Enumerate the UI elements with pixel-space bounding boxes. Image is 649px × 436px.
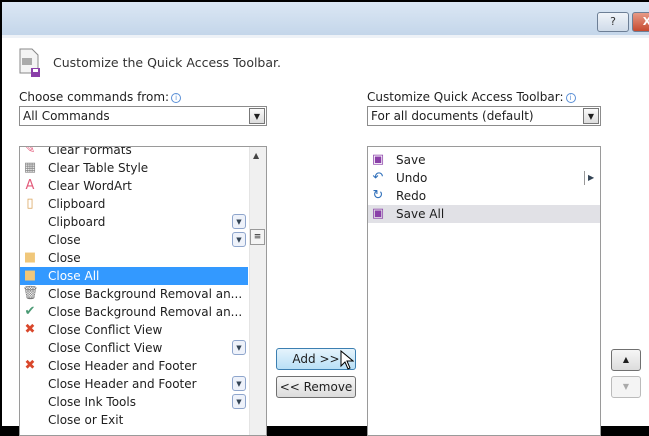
list-item[interactable]: ▣ Save All xyxy=(368,205,600,223)
list-item-label: Redo xyxy=(396,189,427,203)
list-item[interactable]: 🗑 Close Background Removal an... xyxy=(20,285,248,303)
list-item-label: Clear Formats xyxy=(48,146,132,157)
list-item-label: Clear WordArt xyxy=(48,179,132,193)
list-item[interactable]: Close or Exit xyxy=(20,411,248,429)
dropdown-value: For all documents (default) xyxy=(371,109,534,123)
close-button[interactable]: X xyxy=(632,12,649,32)
chevron-down-icon[interactable]: ▼ xyxy=(249,108,265,124)
list-item[interactable]: ■ Close All xyxy=(20,267,248,285)
list-item-label: Clipboard xyxy=(48,215,106,229)
list-item-label: Clear Table Style xyxy=(48,161,149,175)
list-item[interactable]: ▦ Clear Table Style xyxy=(20,159,248,177)
quick-access-list[interactable]: ▣ Save ↶ Undo ▶ ↻ Redo ▣ Save All xyxy=(367,146,601,436)
info-icon[interactable]: i xyxy=(565,93,576,103)
divider xyxy=(2,35,649,38)
list-item[interactable]: Close Header and Footer ▼ xyxy=(20,375,248,393)
clear-wordart-icon: A xyxy=(25,178,35,193)
customize-toolbar-label: Customize Quick Access Toolbar: i xyxy=(367,90,576,104)
list-item[interactable]: ▣ Save xyxy=(368,151,600,169)
list-item-label: Close Header and Footer xyxy=(48,377,197,391)
folder-icon: ■ xyxy=(23,268,37,283)
list-item[interactable]: ✖ Close Header and Footer xyxy=(20,357,248,375)
list-item[interactable]: ✖ Close Conflict View xyxy=(20,321,248,339)
list-item[interactable]: ▯ Clipboard xyxy=(20,195,248,213)
chevron-down-icon[interactable]: ▼ xyxy=(583,108,599,124)
choose-commands-label: Choose commands from: i xyxy=(19,90,182,104)
trash-icon: 🗑 xyxy=(22,286,39,301)
submenu-indicator-icon: ▼ xyxy=(232,376,246,391)
move-up-button[interactable]: ▲ xyxy=(611,349,641,371)
page-title: Customize the Quick Access Toolbar. xyxy=(53,55,281,70)
submenu-indicator-icon: ▼ xyxy=(232,340,246,355)
save-all-icon: ▣ xyxy=(371,206,385,221)
scrollbar-thumb[interactable]: ≡ xyxy=(250,229,265,245)
list-item[interactable]: Close Conflict View ▼ xyxy=(20,339,248,357)
title-bar: ? X xyxy=(2,2,649,35)
choose-commands-text: Choose commands from: xyxy=(19,90,170,104)
list-item[interactable]: ↶ Undo ▶ xyxy=(368,169,600,187)
customize-toolbar-text: Customize Quick Access Toolbar: xyxy=(367,90,564,104)
red-x-icon: ✖ xyxy=(24,322,36,337)
clear-formats-icon: ✎ xyxy=(24,146,36,157)
remove-button[interactable]: << Remove xyxy=(276,376,356,398)
list-item-label: Save All xyxy=(396,207,445,221)
list-item-label: Close Background Removal an... xyxy=(48,287,243,301)
clear-table-style-icon: ▦ xyxy=(23,160,37,175)
save-icon: ▣ xyxy=(371,152,385,167)
red-x-icon: ✖ xyxy=(24,358,36,373)
submenu-indicator-icon: ▼ xyxy=(232,214,246,229)
move-down-button[interactable]: ▼ xyxy=(611,376,641,398)
dialog-window: ? X Customize the Quick Access Toolbar. … xyxy=(2,2,649,436)
list-item[interactable]: Close ▼ xyxy=(20,231,248,249)
scroll-up-arrow[interactable]: ▲ xyxy=(253,151,259,160)
submenu-indicator-icon: ▼ xyxy=(232,394,246,409)
folder-icon: ■ xyxy=(23,250,37,265)
customize-toolbar-dropdown[interactable]: For all documents (default) ▼ xyxy=(367,106,601,126)
list-item[interactable]: ↻ Redo xyxy=(368,187,600,205)
submenu-arrow-icon[interactable]: ▶ xyxy=(584,171,594,185)
mouse-cursor-icon xyxy=(340,350,354,370)
list-item[interactable]: A Clear WordArt xyxy=(20,177,248,195)
checkmark-icon: ✔ xyxy=(24,304,36,319)
list-item-label: Close Background Removal an... xyxy=(48,305,243,319)
redo-icon: ↻ xyxy=(372,188,384,203)
list-item-label: Clipboard xyxy=(48,197,106,211)
help-button[interactable]: ? xyxy=(597,12,629,32)
clipboard-icon: ▯ xyxy=(26,196,34,211)
quick-access-toolbar-icon xyxy=(19,48,40,77)
list-item[interactable]: ■ Close xyxy=(20,249,248,267)
list-item-label: Close Conflict View xyxy=(48,323,163,337)
info-icon[interactable]: i xyxy=(171,93,182,103)
choose-commands-dropdown[interactable]: All Commands ▼ xyxy=(19,106,267,126)
list-item-label: Save xyxy=(396,153,426,167)
scrollbar[interactable]: ▲ ≡ xyxy=(249,147,266,435)
list-item-label: Close Header and Footer xyxy=(48,359,197,373)
dropdown-value: All Commands xyxy=(23,109,110,123)
list-item-label: Close Ink Tools xyxy=(48,395,136,409)
list-item-label: Close xyxy=(48,251,81,265)
list-item-label: Undo xyxy=(396,171,428,185)
submenu-indicator-icon: ▼ xyxy=(232,232,246,247)
list-item-label: Close xyxy=(48,233,81,247)
list-item-label: Close All xyxy=(48,269,100,283)
undo-icon: ↶ xyxy=(372,170,384,185)
list-item[interactable]: ✔ Close Background Removal an... xyxy=(20,303,248,321)
list-item-label: Close or Exit xyxy=(48,413,124,427)
list-item[interactable]: Clipboard ▼ xyxy=(20,213,248,231)
list-item[interactable]: ✎ Clear Formats xyxy=(20,146,248,159)
list-item[interactable]: Close Ink Tools ▼ xyxy=(20,393,248,411)
list-item-label: Close Conflict View xyxy=(48,341,163,355)
commands-list[interactable]: ▲ ≡ ✎ Clear Formats ▦ Clear Table Style A Cle… xyxy=(19,146,267,436)
